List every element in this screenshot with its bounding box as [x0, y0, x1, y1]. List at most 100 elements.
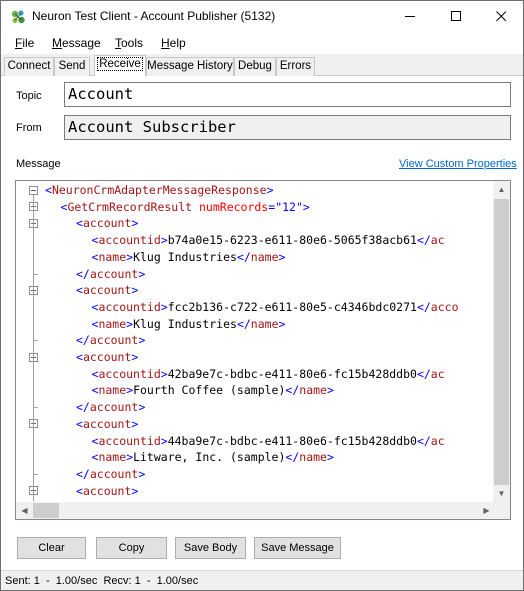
- xml-line: <account>: [16, 282, 496, 299]
- xml-line: <NeuronCrmAdapterMessageResponse>: [16, 182, 496, 199]
- xml-token: >: [138, 466, 146, 481]
- menu-help-label: elp: [169, 36, 186, 50]
- xml-line: <account>: [16, 349, 496, 366]
- xml-line: </account>: [16, 332, 496, 349]
- xml-token: account: [89, 400, 139, 415]
- xml-token: 42ba9e7c-bdbc-e411-80e6-fc15b428ddb0: [167, 366, 417, 381]
- save-body-button[interactable]: Save Body: [175, 537, 246, 559]
- xml-token: account: [89, 266, 139, 281]
- xml-token: account: [89, 333, 139, 348]
- copy-button[interactable]: Copy: [96, 537, 167, 559]
- minimize-icon: [404, 15, 415, 17]
- tab-connect[interactable]: Connect: [4, 57, 54, 76]
- from-label: From: [16, 122, 42, 134]
- minimize-button[interactable]: [387, 1, 433, 31]
- xml-token: >: [131, 216, 139, 231]
- xml-line: </account>: [16, 266, 496, 283]
- tab-message-history[interactable]: Message History: [146, 57, 234, 76]
- xml-token: </: [76, 400, 90, 415]
- menu-message-accel: M: [52, 36, 62, 50]
- receive-panel: Topic Account From Account Subscriber Me…: [1, 76, 523, 570]
- tab-send-label: Send: [58, 60, 86, 72]
- menu-message[interactable]: Message: [52, 36, 101, 50]
- menu-tools[interactable]: Tools: [115, 36, 143, 50]
- menu-file[interactable]: File: [15, 36, 34, 50]
- xml-token: >: [302, 199, 310, 214]
- horizontal-scrollbar[interactable]: ◀ ▶: [16, 502, 495, 519]
- vertical-scroll-thumb[interactable]: [494, 199, 509, 485]
- tab-message-history-label: Message History: [147, 60, 233, 72]
- xml-token: fcc2b136-c722-e611-80e5-c4346bdc0271: [167, 299, 417, 314]
- clear-button[interactable]: Clear: [17, 537, 86, 559]
- xml-token: account: [82, 483, 132, 498]
- xml-token: >: [131, 483, 139, 498]
- xml-token: </: [416, 433, 431, 448]
- xml-token: </: [76, 466, 90, 481]
- vertical-scrollbar[interactable]: ▲ ▼: [493, 181, 510, 502]
- xml-token: >: [160, 299, 168, 314]
- xml-token: </: [285, 450, 300, 465]
- xml-token: >: [278, 249, 286, 264]
- close-button[interactable]: [478, 1, 523, 31]
- maximize-icon: [450, 10, 461, 21]
- xml-token: accountid: [98, 366, 161, 381]
- xml-token: >: [131, 416, 139, 431]
- xml-token: ac: [430, 366, 445, 381]
- xml-token: ac: [430, 433, 445, 448]
- xml-token: Litware, Inc. (sample): [133, 450, 286, 465]
- xml-token: 44ba9e7c-bdbc-e411-80e6-fc15b428ddb0: [167, 433, 417, 448]
- tab-errors[interactable]: Errors: [276, 57, 315, 76]
- xml-token: <: [76, 216, 83, 231]
- xml-token: </: [416, 299, 431, 314]
- xml-line: <name>Klug Industries</name>: [16, 316, 496, 333]
- xml-line: <GetCrmRecordResult numRecords="12">: [16, 199, 496, 216]
- xml-line: </account>: [16, 399, 496, 416]
- xml-token: >: [160, 433, 168, 448]
- menu-help[interactable]: Help: [161, 36, 186, 50]
- menu-message-label: essage: [62, 36, 101, 50]
- xml-token: account: [82, 350, 132, 364]
- xml-line: <account>: [16, 416, 496, 433]
- xml-token: >: [138, 266, 146, 281]
- xml-token: name: [98, 249, 127, 264]
- title-bar[interactable]: Neuron Test Client - Account Publisher (…: [1, 1, 523, 32]
- xml-token: >: [278, 316, 286, 331]
- topic-field[interactable]: Account: [64, 82, 511, 107]
- xml-token: b74a0e15-6223-e611-80e6-5065f38acb61: [167, 233, 417, 248]
- xml-token: <: [76, 483, 83, 498]
- view-custom-properties-link[interactable]: View Custom Properties: [399, 158, 517, 170]
- xml-token: >: [160, 366, 168, 381]
- horizontal-scroll-thumb[interactable]: [33, 503, 59, 518]
- xml-line: <accountid>44ba9e7c-bdbc-e411-80e6-fc15b…: [16, 433, 496, 450]
- tab-receive[interactable]: Receive: [94, 55, 146, 77]
- xml-token: name: [250, 316, 279, 331]
- xml-line: <accountid>fcc2b136-c722-e611-80e5-c4346…: [16, 299, 496, 316]
- scroll-down-icon[interactable]: ▼: [493, 485, 510, 502]
- tab-debug[interactable]: Debug: [234, 57, 276, 76]
- xml-token: name: [98, 450, 127, 465]
- xml-token: <: [76, 350, 83, 364]
- menu-file-label: ile: [22, 36, 35, 50]
- scrollbar-corner: [493, 502, 510, 519]
- scroll-left-icon[interactable]: ◀: [16, 502, 33, 519]
- message-editor[interactable]: <NeuronCrmAdapterMessageResponse> <GetCrm…: [15, 180, 511, 520]
- xml-token: ac: [430, 233, 445, 248]
- tab-send[interactable]: Send: [54, 57, 90, 76]
- xml-token: name: [299, 450, 327, 465]
- xml-token: name: [98, 383, 127, 398]
- xml-token: name: [299, 383, 327, 398]
- message-label: Message: [16, 158, 61, 170]
- save-message-button[interactable]: Save Message: [254, 537, 341, 559]
- xml-token: >: [138, 333, 146, 348]
- xml-token: account: [89, 466, 139, 481]
- xml-token: </: [76, 266, 90, 281]
- xml-token: </: [416, 233, 431, 248]
- xml-token: </: [76, 333, 90, 348]
- xml-line: <accountid>42ba9e7c-bdbc-e411-80e6-fc15b…: [16, 366, 496, 383]
- maximize-button[interactable]: [433, 1, 479, 31]
- xml-token: Fourth Coffee (sample): [133, 383, 286, 398]
- xml-token: </: [236, 316, 251, 331]
- scroll-up-icon[interactable]: ▲: [493, 181, 510, 198]
- xml-line: <name>Litware, Inc. (sample)</name>: [16, 449, 496, 466]
- xml-line: <accountid>b74a0e15-6223-e611-80e6-5065f…: [16, 232, 496, 249]
